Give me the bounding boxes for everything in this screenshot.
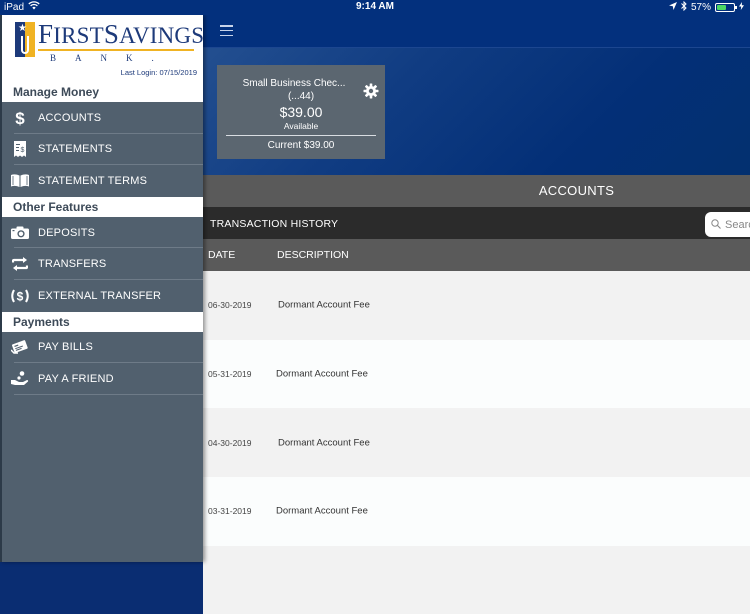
sidebar-item-label: PAY A FRIEND bbox=[38, 372, 114, 385]
section-manage-money: Manage Money bbox=[2, 82, 203, 102]
statement-icon: $ bbox=[2, 141, 38, 158]
table-row[interactable]: 03-31-2019 Dormant Account Fee bbox=[203, 477, 750, 546]
transaction-description: Dormant Account Fee bbox=[278, 299, 370, 311]
search-field[interactable] bbox=[705, 212, 750, 237]
table-header: DATE DESCRIPTION bbox=[203, 239, 750, 271]
table-row[interactable]: 04-30-2019 Dormant Account Fee bbox=[203, 408, 750, 478]
bills-icon bbox=[2, 340, 38, 355]
camera-icon bbox=[2, 226, 38, 240]
transaction-date: 04-30-2019 bbox=[208, 437, 252, 448]
transaction-description: Dormant Account Fee bbox=[278, 437, 370, 449]
search-input[interactable] bbox=[725, 218, 750, 231]
last-login: Last Login: 07/15/2019 bbox=[121, 68, 197, 77]
battery-percent: 57% bbox=[690, 2, 711, 13]
status-bar: iPad 9:14 AM 57% bbox=[0, 0, 750, 15]
last-login-date: 07/15/2019 bbox=[159, 68, 197, 77]
logo-name: FIRSTSAVINGS bbox=[38, 19, 205, 49]
section-payments: Payments bbox=[2, 311, 203, 332]
top-nav-bar bbox=[203, 15, 750, 47]
current-balance: Current $39.00 bbox=[267, 140, 335, 151]
sidebar-item-label: STATEMENT TERMS bbox=[38, 174, 148, 187]
status-time: 9:14 AM bbox=[356, 1, 394, 12]
logo-bank-text: BANK. bbox=[50, 53, 173, 63]
transaction-history-title: TRANSACTION HISTORY bbox=[210, 218, 339, 230]
account-name: Small Business Chec... bbox=[242, 78, 346, 89]
table-row[interactable]: 05-31-2019 Dormant Account Fee bbox=[203, 339, 750, 409]
search-icon bbox=[711, 216, 721, 234]
svg-text:$: $ bbox=[17, 289, 24, 303]
last-login-label: Last Login: bbox=[120, 68, 158, 77]
gear-icon[interactable] bbox=[363, 83, 379, 99]
sidebar-item-label: PAY BILLS bbox=[38, 341, 94, 354]
sidebar-item-label: STATEMENTS bbox=[38, 143, 113, 156]
sidebar-item-accounts[interactable]: $ ACCOUNTS bbox=[2, 102, 203, 134]
sidebar-item-deposits[interactable]: DEPOSITS bbox=[2, 217, 203, 249]
main-content: Small Business Chec... (...44) $39.00 Av… bbox=[203, 15, 750, 614]
sidebar-item-statements[interactable]: $ STATEMENTS bbox=[2, 134, 203, 166]
balance-label: Available bbox=[283, 121, 319, 131]
transaction-history-bar: TRANSACTION HISTORY bbox=[203, 207, 750, 239]
transaction-date: 05-31-2019 bbox=[208, 369, 252, 380]
column-header-description[interactable]: DESCRIPTION bbox=[277, 239, 349, 271]
transaction-description: Dormant Account Fee bbox=[276, 368, 368, 380]
sidebar-item-label: DEPOSITS bbox=[38, 226, 96, 239]
account-hero: Small Business Chec... (...44) $39.00 Av… bbox=[203, 47, 750, 175]
table-row[interactable] bbox=[203, 545, 750, 614]
logo-area: ★ FIRSTSAVINGS BANK. Last Login: 07/15/2… bbox=[2, 15, 205, 82]
account-number: (...44) bbox=[287, 91, 315, 102]
svg-text:$: $ bbox=[15, 109, 25, 127]
accounts-title-bar: ACCOUNTS bbox=[203, 175, 750, 207]
dollar-icon: $ bbox=[2, 109, 38, 127]
sidebar-item-external-transfer[interactable]: $ EXTERNAL TRANSFER bbox=[2, 280, 203, 312]
bluetooth-icon bbox=[681, 0, 687, 14]
sidebar-menu: ★ FIRSTSAVINGS BANK. Last Login: 07/15/2… bbox=[0, 15, 205, 562]
sidebar-item-transfers[interactable]: TRANSFERS bbox=[2, 248, 203, 280]
svg-text:$: $ bbox=[21, 147, 25, 154]
charging-icon bbox=[739, 2, 744, 13]
transfer-arrows-icon bbox=[2, 257, 38, 272]
location-icon bbox=[668, 2, 677, 13]
sidebar-item-label: ACCOUNTS bbox=[38, 111, 102, 124]
transaction-description: Dormant Account Fee bbox=[276, 505, 368, 517]
book-icon bbox=[2, 174, 38, 188]
account-card[interactable]: Small Business Chec... (...44) $39.00 Av… bbox=[217, 65, 385, 159]
pay-friend-icon bbox=[2, 371, 38, 386]
card-divider bbox=[226, 135, 376, 136]
logo-torch-icon: ★ bbox=[15, 22, 35, 57]
bank-logo[interactable]: ★ FIRSTSAVINGS BANK. bbox=[15, 19, 205, 63]
hamburger-menu-icon[interactable] bbox=[220, 25, 233, 36]
transaction-list: 06-30-2019 Dormant Account Fee 05-31-201… bbox=[203, 271, 750, 614]
transaction-date: 03-31-2019 bbox=[208, 506, 252, 517]
account-balance: $39.00 bbox=[279, 104, 323, 120]
sidebar-item-pay-bills[interactable]: PAY BILLS bbox=[2, 332, 203, 364]
sidebar-item-label: TRANSFERS bbox=[38, 258, 107, 271]
sidebar-item-label: EXTERNAL TRANSFER bbox=[38, 289, 162, 302]
section-other-features: Other Features bbox=[2, 196, 203, 217]
battery-icon bbox=[715, 3, 737, 12]
external-transfer-icon: $ bbox=[2, 289, 38, 303]
sidebar-item-statement-terms[interactable]: STATEMENT TERMS bbox=[2, 165, 203, 197]
sidebar-item-pay-a-friend[interactable]: PAY A FRIEND bbox=[2, 363, 203, 395]
table-row[interactable]: 06-30-2019 Dormant Account Fee bbox=[203, 271, 750, 340]
column-header-date[interactable]: DATE bbox=[208, 239, 235, 271]
transaction-date: 06-30-2019 bbox=[208, 300, 252, 311]
